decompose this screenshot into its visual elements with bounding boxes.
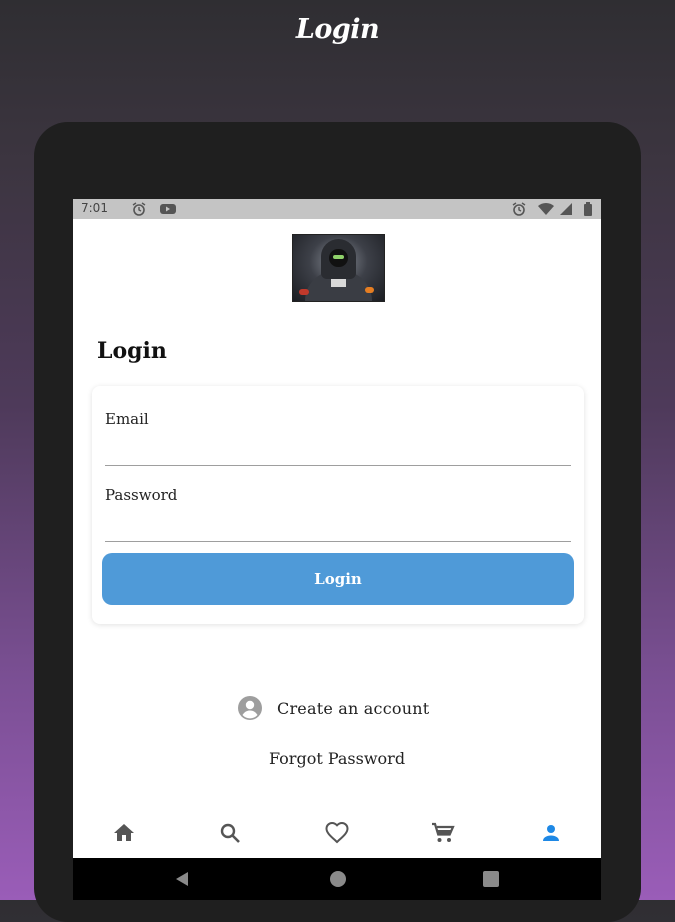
nav-cart[interactable]	[428, 818, 458, 848]
email-label: Email	[105, 410, 149, 428]
person-icon	[543, 825, 559, 841]
alarm-icon	[511, 201, 527, 220]
nav-favorites[interactable]	[322, 818, 352, 848]
youtube-icon	[159, 201, 177, 220]
nav-search[interactable]	[215, 818, 245, 848]
home-button[interactable]	[328, 869, 348, 889]
password-underline	[105, 541, 571, 542]
status-bar: 7:01	[73, 199, 601, 219]
alarm-icon	[131, 201, 147, 220]
login-card: Email Password Login	[92, 386, 584, 624]
home-circle-icon	[330, 871, 346, 887]
back-button[interactable]	[173, 869, 193, 889]
cart-icon	[432, 822, 455, 842]
search-icon	[220, 823, 240, 843]
signal-icon	[559, 201, 573, 220]
nav-home[interactable]	[109, 818, 139, 848]
recents-button[interactable]	[481, 869, 501, 889]
home-icon	[114, 824, 134, 841]
hooded-figure-image	[292, 234, 385, 302]
wifi-icon	[537, 201, 555, 220]
heart-icon	[325, 821, 349, 844]
password-field[interactable]	[105, 514, 571, 536]
login-button[interactable]: Login	[102, 553, 574, 605]
app-screen: 7:01 Login Email Password Login Create a…	[73, 199, 601, 900]
status-time: 7:01	[81, 201, 108, 215]
page-title: Login	[97, 338, 167, 364]
nav-profile[interactable]	[536, 818, 566, 848]
battery-icon	[583, 201, 593, 220]
forgot-password-link[interactable]: Forgot Password	[73, 749, 601, 768]
system-nav-bar	[73, 858, 601, 900]
account-circle-icon	[238, 696, 262, 720]
email-underline	[105, 465, 571, 466]
promo-title: Login	[295, 14, 380, 45]
password-label: Password	[105, 486, 178, 504]
back-icon	[176, 872, 188, 886]
bottom-nav	[73, 806, 601, 858]
create-account-label: Create an account	[277, 698, 430, 718]
recents-icon	[483, 871, 499, 887]
email-field[interactable]	[105, 438, 571, 460]
create-account-link[interactable]: Create an account	[237, 695, 429, 721]
